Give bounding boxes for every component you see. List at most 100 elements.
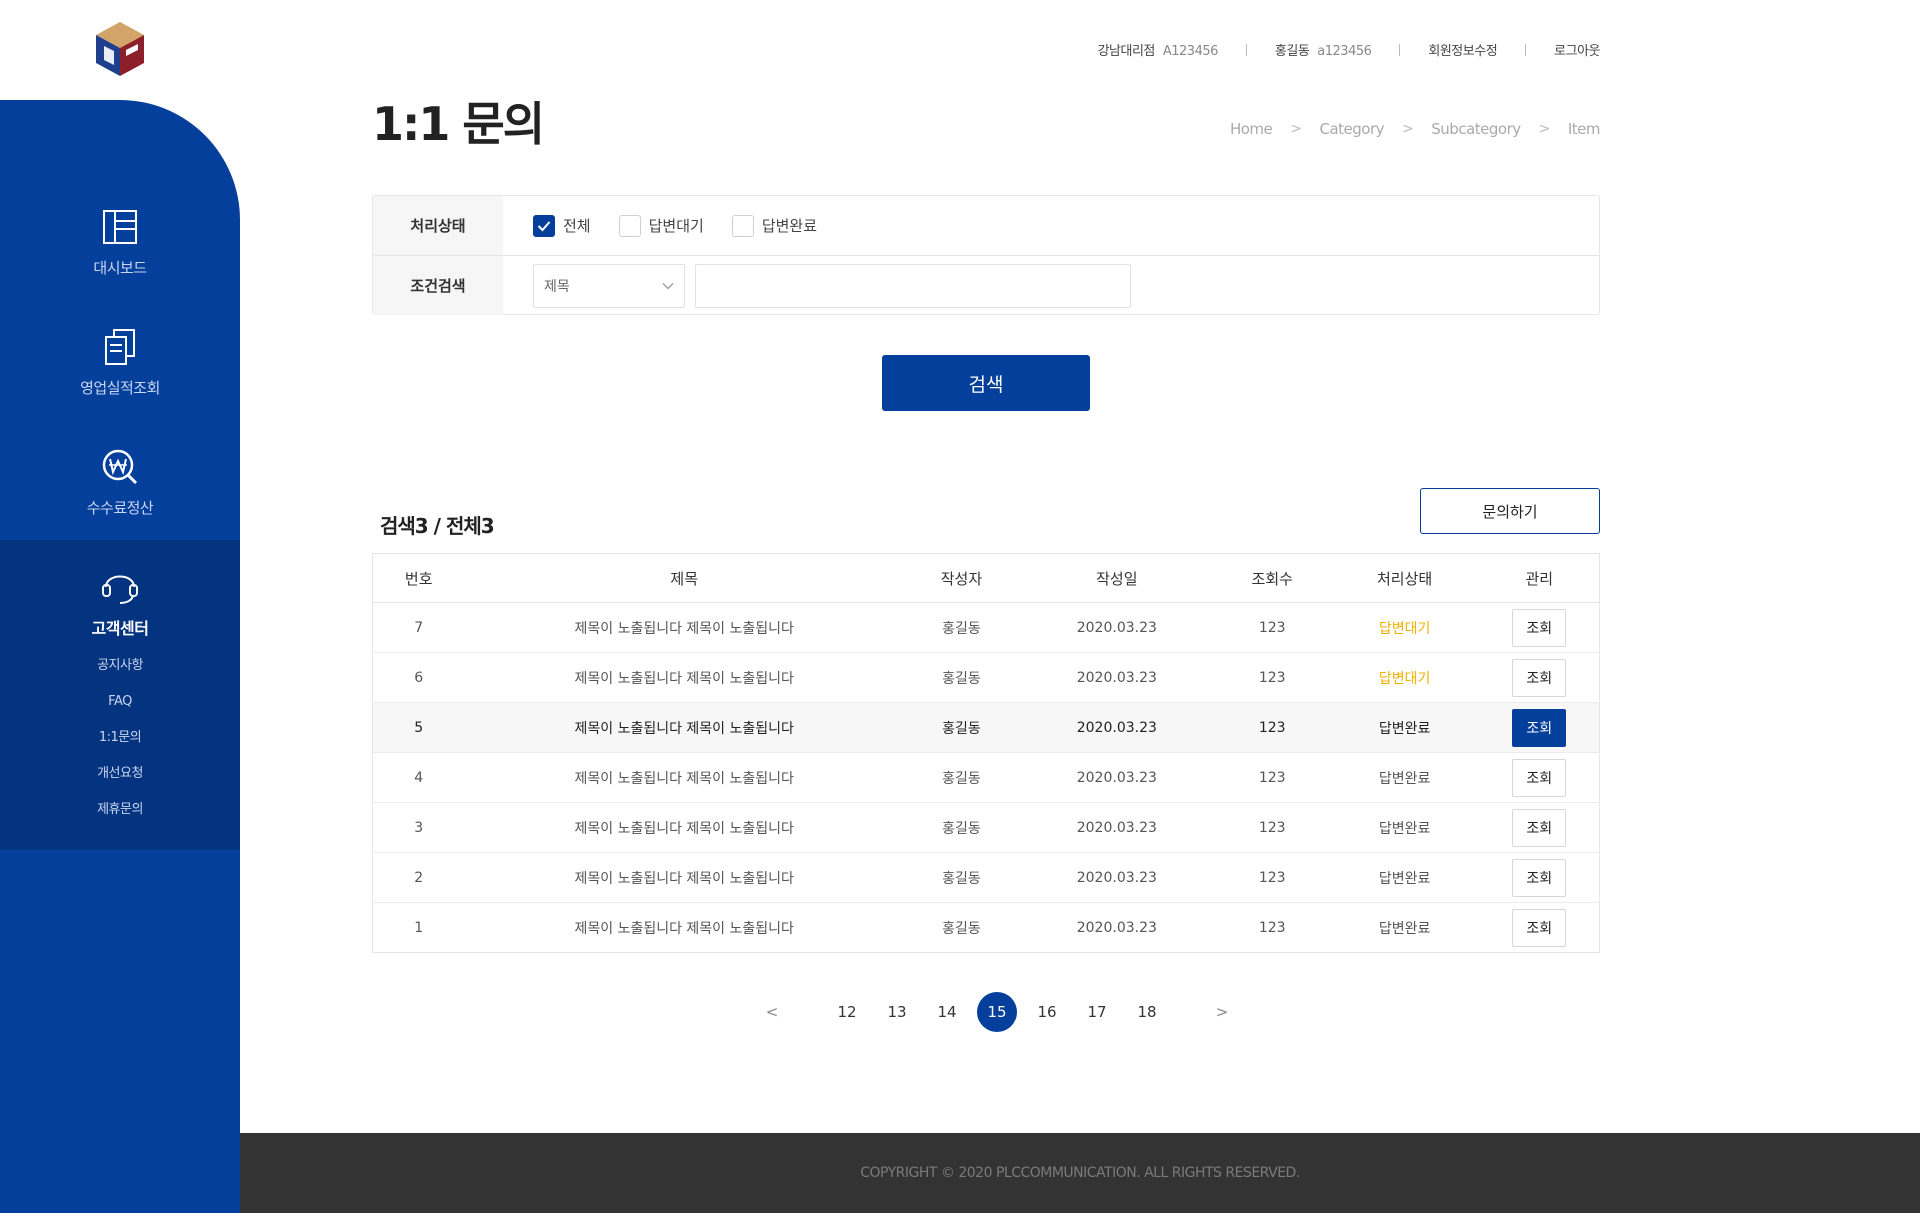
sidebar-item-dashboard[interactable]: 대시보드 [0, 205, 240, 278]
status-filter-row: 처리상태 전체 답변대기 답변완료 [373, 196, 1599, 256]
chevron-right-icon: > [1402, 121, 1414, 137]
search-button[interactable]: 검색 [882, 355, 1090, 411]
subnav-item-partnership[interactable]: 제휴문의 [0, 796, 240, 832]
column-header-manage: 관리 [1479, 553, 1600, 603]
condition-filter-label: 조건검색 [373, 256, 503, 315]
table-row[interactable]: 2 제목이 노출됩니다 제목이 노출됩니다 홍길동 2020.03.23 123… [372, 852, 1600, 903]
subnav-item-notice[interactable]: 공지사항 [0, 652, 240, 688]
logout-link[interactable]: 로그아웃 [1554, 40, 1600, 59]
cell-status: 답변완료 [1329, 852, 1480, 903]
page-number[interactable]: 13 [877, 992, 917, 1032]
pagination: < 12 13 14 15 16 17 18 > [760, 992, 1234, 1032]
checkbox-checked[interactable] [533, 214, 555, 237]
divider [1525, 43, 1527, 56]
sidebar-item-sales[interactable]: 영업실적조회 [0, 325, 240, 398]
cell-number: 4 [372, 752, 465, 803]
cell-title[interactable]: 제목이 노출됩니다 제목이 노출됩니다 [464, 852, 904, 903]
inquire-button[interactable]: 문의하기 [1420, 488, 1600, 534]
chevron-right-icon[interactable]: > [1210, 997, 1234, 1027]
sidebar-item-commission[interactable]: 수수료정산 [0, 445, 240, 518]
column-header-number: 번호 [372, 553, 465, 603]
subnav-item-improvement[interactable]: 개선요청 [0, 760, 240, 796]
cell-status: 답변완료 [1329, 702, 1480, 753]
cell-title[interactable]: 제목이 노출됩니다 제목이 노출됩니다 [464, 702, 904, 753]
table-row[interactable]: 4 제목이 노출됩니다 제목이 노출됩니다 홍길동 2020.03.23 123… [372, 752, 1600, 803]
subnav-item-faq[interactable]: FAQ [0, 688, 240, 724]
view-button[interactable]: 조회 [1512, 908, 1567, 947]
cell-number: 6 [372, 652, 465, 703]
view-button[interactable]: 조회 [1512, 808, 1567, 847]
view-button[interactable]: 조회 [1512, 708, 1567, 747]
cell-author: 홍길동 [904, 802, 1019, 853]
search-input[interactable] [695, 263, 1131, 308]
table-row[interactable]: 7 제목이 노출됩니다 제목이 노출됩니다 홍길동 2020.03.23 123… [372, 602, 1600, 653]
cell-date: 2020.03.23 [1018, 652, 1215, 703]
checkbox-unchecked[interactable] [618, 214, 641, 237]
cell-date: 2020.03.23 [1018, 802, 1215, 853]
cell-views: 123 [1214, 702, 1330, 753]
edit-profile-link[interactable]: 회원정보수정 [1428, 40, 1497, 59]
checkbox-unchecked[interactable] [731, 214, 754, 237]
cell-title[interactable]: 제목이 노출됩니다 제목이 노출됩니다 [464, 652, 904, 703]
page-title: 1:1 문의 [372, 97, 545, 151]
cell-status: 답변완료 [1329, 752, 1480, 803]
sidebar-item-label: 수수료정산 [86, 499, 154, 517]
page-number[interactable]: 16 [1027, 992, 1067, 1032]
view-button[interactable]: 조회 [1512, 758, 1567, 797]
cell-manage: 조회 [1479, 852, 1600, 903]
user-name: 홍길동 [1274, 44, 1310, 59]
cell-views: 123 [1214, 802, 1330, 853]
page-list: 12 13 14 15 16 17 18 [822, 992, 1172, 1032]
table-row[interactable]: 3 제목이 노출됩니다 제목이 노출됩니다 홍길동 2020.03.23 123… [372, 802, 1600, 853]
cell-views: 123 [1214, 852, 1330, 903]
cell-title[interactable]: 제목이 노출됩니다 제목이 노출됩니다 [464, 602, 904, 653]
chevron-left-icon[interactable]: < [760, 997, 784, 1027]
condition-filter-row: 조건검색 제목 [373, 256, 1599, 315]
subnav-item-inquiry[interactable]: 1:1문의 [0, 724, 240, 760]
status-option-pending[interactable]: 답변대기 [618, 214, 704, 237]
cell-author: 홍길동 [904, 752, 1019, 803]
view-button[interactable]: 조회 [1512, 608, 1567, 647]
cell-status: 답변완료 [1329, 802, 1480, 853]
branch-info: 강남대리점 A123456 [1098, 40, 1219, 59]
page-number[interactable]: 18 [1127, 992, 1167, 1032]
cell-title[interactable]: 제목이 노출됩니다 제목이 노출됩니다 [464, 802, 904, 853]
cell-date: 2020.03.23 [1076, 919, 1157, 936]
won-search-icon [102, 449, 138, 485]
breadcrumb-item-home[interactable]: Home [1230, 120, 1273, 138]
cell-manage: 조회 [1480, 903, 1600, 953]
divider [1245, 43, 1247, 56]
view-button[interactable]: 조회 [1512, 658, 1567, 697]
table-row[interactable]: 6 제목이 노출됩니다 제목이 노출됩니다 홍길동 2020.03.23 123… [372, 652, 1600, 703]
table-row[interactable]: 1 제목이 노출됩니다 제목이 노출됩니다 홍길동 2020.03.23 123… [373, 903, 1600, 953]
cell-status: 답변완료 [1378, 920, 1431, 937]
page-number-current[interactable]: 15 [977, 992, 1017, 1032]
table-row-hovered[interactable]: 5 제목이 노출됩니다 제목이 노출됩니다 홍길동 2020.03.23 123… [372, 702, 1600, 753]
page-number[interactable]: 12 [827, 992, 867, 1032]
documents-icon [105, 329, 135, 365]
copyright-text: COPYRIGHT © 2020 PLCCOMMUNICATION. ALL R… [860, 1165, 1300, 1181]
chevron-right-icon: > [1538, 121, 1551, 137]
cell-views: 123 [1214, 752, 1330, 803]
company-logo [96, 22, 144, 76]
sidebar-subnav: 공지사항 FAQ 1:1문의 개선요청 제휴문의 [0, 652, 240, 832]
column-header-date: 작성일 [1018, 553, 1215, 603]
page-number[interactable]: 17 [1077, 992, 1117, 1032]
cell-title[interactable]: 제목이 노출됩니다 제목이 노출됩니다 [464, 903, 904, 953]
headset-icon [102, 575, 138, 604]
cell-title[interactable]: 제목이 노출됩니다 제목이 노출됩니다 [464, 752, 904, 803]
breadcrumb-item-subcategory[interactable]: Subcategory [1431, 120, 1521, 138]
status-option-all[interactable]: 전체 [533, 214, 591, 237]
divider [1399, 43, 1401, 56]
user-info: 홍길동 a123456 [1274, 40, 1372, 59]
column-header-views: 조회수 [1214, 553, 1330, 603]
cell-manage: 조회 [1479, 802, 1600, 853]
status-option-answered[interactable]: 답변완료 [731, 214, 817, 237]
page-number[interactable]: 14 [927, 992, 967, 1032]
sidebar-item-customer-center[interactable]: 고객센터 [0, 563, 240, 639]
cell-views: 123 [1214, 602, 1330, 653]
top-navigation: 강남대리점 A123456 홍길동 a123456 회원정보수정 로그아웃 [1098, 40, 1600, 59]
condition-select[interactable]: 제목 [533, 263, 685, 308]
breadcrumb-item-category[interactable]: Category [1320, 120, 1385, 138]
view-button[interactable]: 조회 [1512, 858, 1567, 897]
